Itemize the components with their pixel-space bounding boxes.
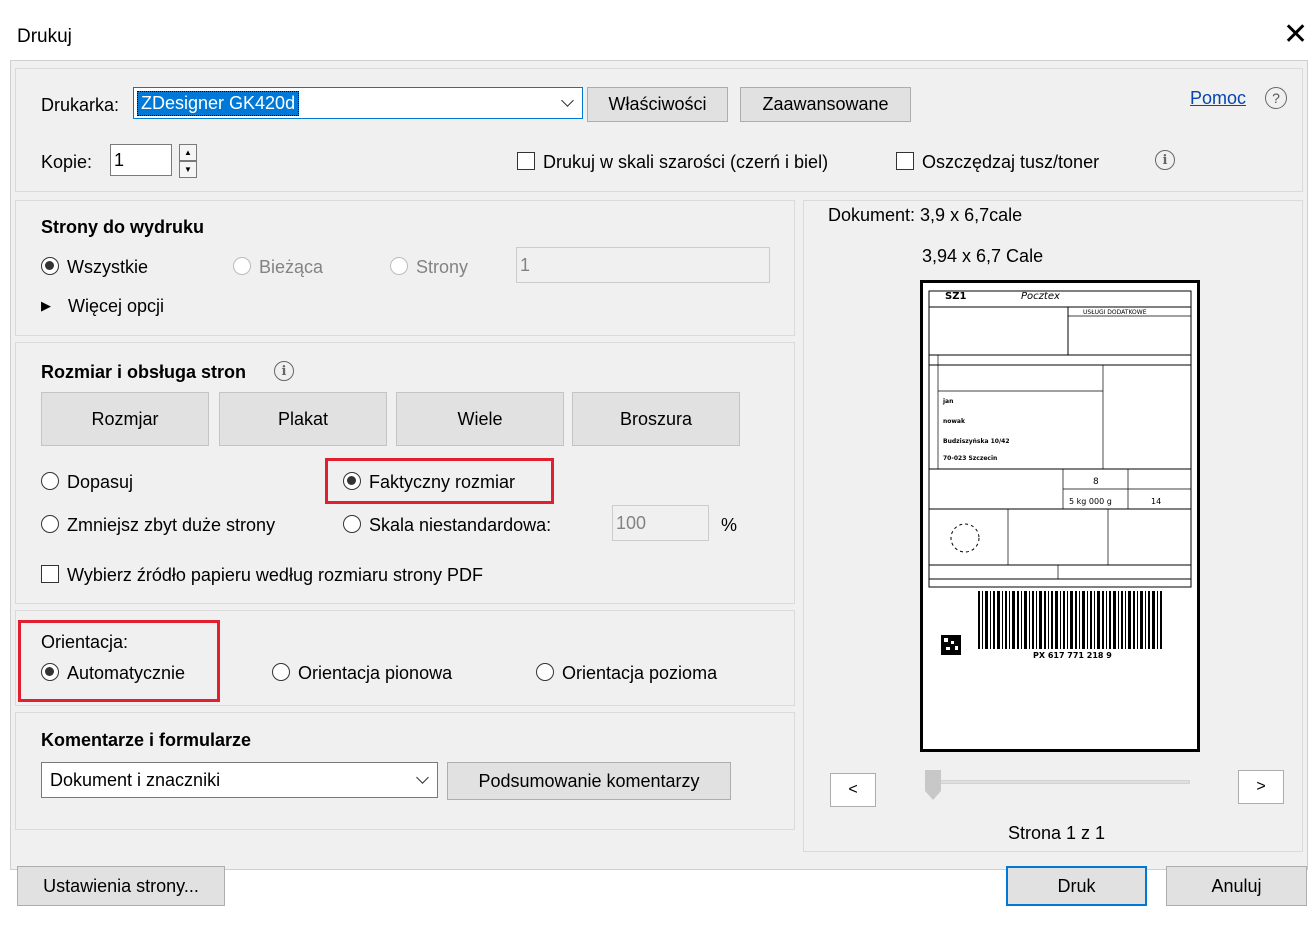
comments-heading: Komentarze i formularze (41, 730, 252, 750)
orientation-landscape-label: Orientacja pozioma (562, 663, 718, 683)
orientation-portrait-radio[interactable] (272, 663, 290, 681)
paper-source-checkbox[interactable] (41, 565, 59, 583)
barcode-graphic (978, 591, 1162, 649)
window-title: Drukuj (17, 26, 72, 47)
label-format: 8 (1093, 477, 1099, 487)
multiple-button[interactable]: Wiele (396, 392, 564, 446)
shrink-label: Zmniejsz zbyt duże strony (67, 515, 276, 535)
save-ink-checkbox[interactable] (896, 152, 914, 170)
cancel-button[interactable]: Anuluj (1166, 866, 1307, 906)
comments-select[interactable]: Dokument i znaczniki (41, 762, 438, 798)
grayscale-checkbox[interactable] (517, 152, 535, 170)
label-brand: Pocztex (1021, 291, 1060, 302)
label-pieces: 14 (1151, 497, 1162, 506)
orientation-portrait-label: Orientacja pionowa (298, 663, 453, 683)
copies-label: Kopie: (41, 152, 93, 172)
actual-size-radio[interactable] (343, 472, 361, 490)
preview-slider-track[interactable] (932, 780, 1190, 784)
more-options-link[interactable]: Więcej opcji (68, 296, 164, 317)
percent-label: % (721, 515, 738, 535)
printer-selected-value: ZDesigner GK420d (137, 90, 300, 116)
orientation-landscape-radio[interactable] (536, 663, 554, 681)
label-code: SZ1 (945, 291, 967, 302)
paper-source-label: Wybierz źródło papieru według rozmiaru s… (67, 565, 483, 585)
printer-advanced-button[interactable]: Zaawansowane (740, 87, 911, 122)
custom-scale-input[interactable]: 100 (612, 505, 709, 541)
pages-range-input[interactable]: 1 (516, 247, 770, 283)
info-icon[interactable]: i (274, 361, 294, 381)
pages-heading: Strony do wydruku (41, 217, 205, 237)
label-recipient-2: nowak (943, 418, 965, 425)
preview-page-size: 3,94 x 6,7 Cale (922, 246, 1044, 266)
pages-current-label: Bieżąca (259, 257, 324, 277)
shrink-radio[interactable] (41, 515, 59, 533)
preview-prev-button[interactable]: < (830, 773, 876, 807)
poster-button[interactable]: Plakat (219, 392, 387, 446)
custom-scale-label: Skala niestandardowa: (369, 515, 552, 535)
copies-down-button[interactable]: ▼ (179, 161, 197, 178)
preview-document-size: Dokument: 3,9 x 6,7cale (828, 205, 1023, 225)
pages-all-label: Wszystkie (67, 257, 148, 277)
label-tracking: PX 617 771 218 9 (1033, 651, 1112, 660)
orientation-auto-radio[interactable] (41, 663, 59, 681)
page-setup-button[interactable]: Ustawienia strony... (17, 866, 225, 906)
printer-properties-button[interactable]: Właściwości (587, 87, 728, 122)
custom-scale-radio[interactable] (343, 515, 361, 533)
pages-all-radio[interactable] (41, 257, 59, 275)
shipping-label-preview (928, 290, 1192, 655)
printer-select[interactable]: ZDesigner GK420d (133, 87, 583, 119)
preview-next-button[interactable]: > (1238, 770, 1284, 804)
sizing-heading: Rozmiar i obsługa stron (41, 362, 247, 382)
help-icon[interactable]: ? (1265, 87, 1287, 109)
info-icon[interactable]: i (1155, 150, 1175, 170)
qr-code-graphic (941, 635, 961, 655)
comments-summary-button[interactable]: Podsumowanie komentarzy (447, 762, 731, 800)
help-link[interactable]: Pomoc (1190, 88, 1246, 109)
label-recipient-3: Budziszyńska 10/42 (943, 438, 1010, 445)
label-weight: 5 kg 000 g (1069, 497, 1112, 506)
orientation-heading: Orientacja: (41, 632, 129, 652)
preview-page-counter: Strona 1 z 1 (1008, 823, 1106, 843)
booklet-button[interactable]: Broszura (572, 392, 740, 446)
triangle-right-icon[interactable]: ▶ (41, 298, 51, 314)
fit-label: Dopasuj (67, 472, 134, 492)
orientation-auto-label: Automatycznie (67, 663, 186, 683)
pages-range-label: Strony (416, 257, 469, 277)
fit-radio[interactable] (41, 472, 59, 490)
actual-size-label: Faktyczny rozmiar (369, 472, 516, 492)
comments-selected-value: Dokument i znaczniki (50, 769, 221, 790)
preview-page: SZ1 Pocztex USŁUGI DODATKOWE jan nowak B… (920, 280, 1200, 752)
chevron-down-icon (407, 763, 437, 797)
close-icon[interactable]: ✕ (1283, 20, 1308, 50)
pages-range-radio[interactable] (390, 257, 408, 275)
copies-input[interactable]: 1 (110, 144, 172, 176)
label-recipient-4: 70-023 Szczecin (943, 455, 998, 462)
pages-current-radio[interactable] (233, 257, 251, 275)
grayscale-label: Drukuj w skali szarości (czerń i biel) (543, 152, 829, 172)
size-button[interactable]: Rozmjar (41, 392, 209, 446)
save-ink-label: Oszczędzaj tusz/toner (922, 152, 1100, 172)
chevron-down-icon (552, 88, 582, 118)
copies-up-button[interactable]: ▲ (179, 144, 197, 161)
printer-label: Drukarka: (41, 95, 120, 115)
label-recipient-1: jan (943, 398, 954, 405)
print-button[interactable]: Druk (1006, 866, 1147, 906)
label-service: USŁUGI DODATKOWE (1083, 309, 1147, 316)
